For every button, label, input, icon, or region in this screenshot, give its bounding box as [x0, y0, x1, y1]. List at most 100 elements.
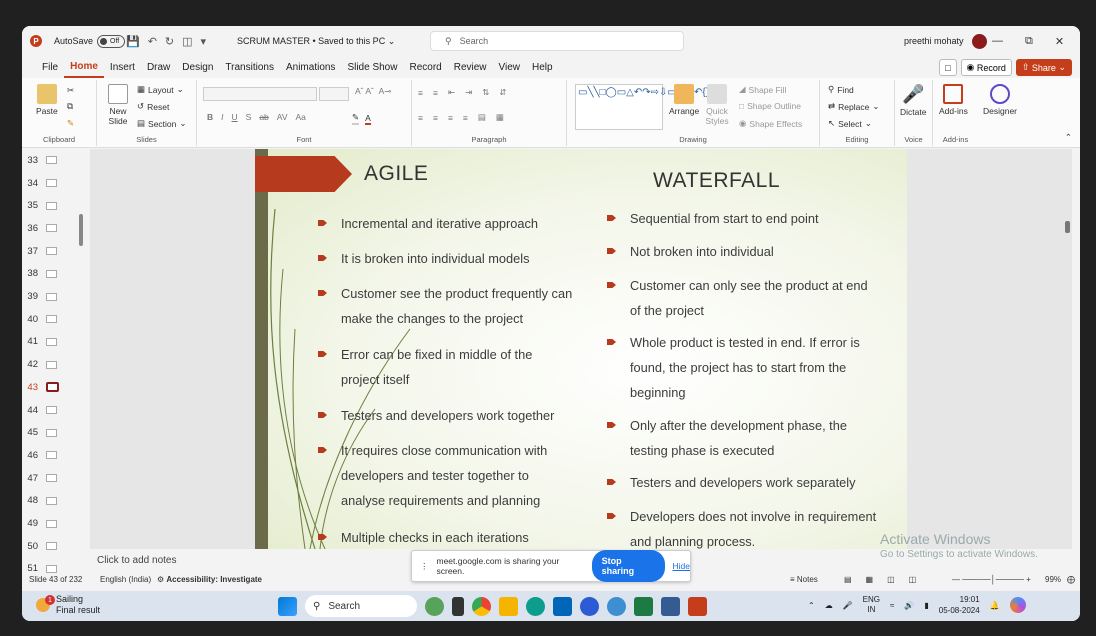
tab-view[interactable]: View: [493, 56, 527, 78]
copy-icon[interactable]: ⧉: [67, 101, 73, 112]
share-button[interactable]: ⇧ Share ⌄: [1015, 59, 1072, 76]
tab-file[interactable]: File: [36, 56, 64, 78]
tab-design[interactable]: Design: [176, 56, 219, 78]
taskbar-search[interactable]: ⚲ Search: [305, 595, 417, 617]
copilot-icon[interactable]: [1009, 597, 1026, 613]
tab-draw[interactable]: Draw: [141, 56, 176, 78]
slide-thumbnail[interactable]: 42: [22, 353, 90, 376]
clock[interactable]: 19:01 05-08-2024: [939, 594, 980, 616]
tab-help[interactable]: Help: [526, 56, 559, 78]
chevron-up-icon[interactable]: ⌃: [808, 601, 815, 610]
volume-icon[interactable]: 🔊: [904, 601, 914, 610]
microphone-icon[interactable]: 🎤: [843, 601, 853, 610]
font-size-input[interactable]: [319, 87, 349, 101]
tab-review[interactable]: Review: [448, 56, 493, 78]
accessibility-status[interactable]: ⚙ Accessibility: Investigate: [157, 575, 262, 584]
customize-qat-icon[interactable]: ▾: [201, 35, 207, 48]
dictate-button[interactable]: 🎤 Dictate: [900, 84, 926, 117]
file-explorer-icon[interactable]: [499, 596, 518, 616]
edge-icon[interactable]: [526, 596, 545, 616]
arrange-button[interactable]: Arrange: [669, 84, 699, 116]
fit-slide-icon[interactable]: ⨁: [1067, 575, 1075, 584]
language-status[interactable]: English (India): [100, 575, 151, 584]
notifications-icon[interactable]: 🔔: [990, 601, 1000, 610]
collapse-ribbon-icon[interactable]: ⌃: [1065, 132, 1072, 143]
slide-thumbnail[interactable]: 50: [22, 535, 90, 558]
hide-link[interactable]: Hide: [673, 561, 690, 571]
close-icon[interactable]: ✕: [1055, 35, 1064, 48]
drag-handle-icon[interactable]: ⋮: [420, 561, 429, 572]
font-format-buttons[interactable]: B I U Sab AV Aa: [207, 112, 306, 122]
record-button[interactable]: ◉ Record: [960, 59, 1012, 76]
quick-styles-button[interactable]: Quick Styles: [702, 84, 732, 126]
shapes-gallery[interactable]: ▭╲╲□◯▭△↶↷⇨⇩▭◯╲↶{}☆: [575, 84, 718, 130]
shape-effects-button[interactable]: ◉ Shape Effects: [739, 118, 802, 129]
slide-thumbnail[interactable]: 44: [22, 399, 90, 422]
save-icon[interactable]: 💾: [126, 35, 140, 48]
excel-icon[interactable]: [634, 596, 653, 616]
slide-thumbnail[interactable]: 45: [22, 421, 90, 444]
slide-thumbnail[interactable]: 46: [22, 444, 90, 467]
zoom-slider[interactable]: — ─────│───── +: [952, 575, 1031, 584]
tab-slide-show[interactable]: Slide Show: [341, 56, 403, 78]
news-widget-icon[interactable]: [425, 596, 444, 616]
slide-thumbnail[interactable]: 49: [22, 512, 90, 535]
section-button[interactable]: ▤ Section ⌄: [137, 118, 187, 129]
new-slide-button[interactable]: New Slide: [105, 84, 131, 126]
windows-start-icon[interactable]: [278, 596, 297, 616]
wifi-icon[interactable]: ≈: [890, 601, 894, 610]
avatar[interactable]: [971, 33, 987, 49]
network-app-icon[interactable]: [607, 596, 626, 616]
cut-icon[interactable]: ✂: [67, 85, 74, 96]
shape-fill-button[interactable]: ◢ Shape Fill: [739, 84, 786, 95]
format-painter-icon[interactable]: ✎: [67, 118, 74, 129]
document-title[interactable]: SCRUM MASTER • Saved to this PC ⌄: [237, 26, 395, 56]
notes-button[interactable]: ≡ Notes: [790, 575, 818, 584]
account[interactable]: preethi mohaty: [904, 26, 987, 56]
font-size-buttons[interactable]: Aˆ Aˇ A⊸: [355, 86, 391, 97]
comments-button[interactable]: □: [939, 59, 957, 76]
battery-icon[interactable]: ▮: [924, 601, 928, 610]
weather-widget[interactable]: 1 Sailing Final result: [36, 594, 100, 616]
replace-button[interactable]: ⇄ Replace ⌄: [828, 101, 879, 112]
font-name-input[interactable]: [203, 87, 317, 101]
chrome-icon[interactable]: [472, 596, 491, 616]
zoom-icon[interactable]: [580, 596, 599, 616]
restore-icon[interactable]: ⧉: [1025, 35, 1033, 48]
tab-insert[interactable]: Insert: [104, 56, 141, 78]
list-buttons[interactable]: ≡ ≡ ⇤ ⇥ ⇅ ⇵: [418, 87, 506, 98]
tab-home[interactable]: Home: [64, 56, 104, 78]
find-button[interactable]: ⚲ Find: [828, 84, 854, 95]
powerpoint-taskbar-icon[interactable]: [688, 596, 707, 616]
store-icon[interactable]: [553, 596, 572, 616]
scrollbar-thumb[interactable]: [1065, 221, 1070, 233]
layout-button[interactable]: ▦ Layout ⌄: [137, 84, 184, 95]
shape-outline-button[interactable]: □ Shape Outline: [739, 101, 801, 111]
tab-record[interactable]: Record: [403, 56, 447, 78]
font-color-buttons[interactable]: ✎ A: [352, 112, 371, 125]
slide-thumbnail[interactable]: 41: [22, 331, 90, 354]
paste-button[interactable]: Paste: [36, 84, 58, 116]
redo-icon[interactable]: ↻: [165, 35, 174, 48]
designer-button[interactable]: Designer: [983, 84, 1017, 116]
tab-animations[interactable]: Animations: [280, 56, 341, 78]
addins-button[interactable]: Add-ins: [939, 84, 968, 116]
editor-scrollbar[interactable]: [1062, 149, 1072, 549]
alignment-buttons[interactable]: ≡ ≡ ≡ ≡ ▤ ▦: [418, 112, 504, 123]
reset-button[interactable]: ↺ Reset: [137, 101, 169, 112]
slide-thumbnail[interactable]: 40: [22, 308, 90, 331]
slide-thumbnail[interactable]: 37: [22, 240, 90, 263]
slide-thumbnail[interactable]: 35: [22, 194, 90, 217]
slide-canvas[interactable]: AGILE WATERFALL Incremental and iterativ…: [255, 149, 907, 549]
autosave-toggle[interactable]: Off: [97, 34, 126, 48]
task-view-icon[interactable]: [452, 596, 464, 616]
select-button[interactable]: ↖ Select ⌄: [828, 118, 872, 129]
search-box[interactable]: ⚲ Search: [430, 31, 684, 51]
zoom-level[interactable]: 99%: [1045, 575, 1061, 584]
slide-thumbnail[interactable]: 39: [22, 285, 90, 308]
autosave[interactable]: AutoSave Off: [54, 26, 126, 56]
onedrive-icon[interactable]: ☁: [825, 601, 833, 610]
language-indicator[interactable]: ENG IN: [863, 595, 880, 615]
slide-thumbnail[interactable]: 33: [22, 149, 90, 172]
tab-transitions[interactable]: Transitions: [219, 56, 280, 78]
